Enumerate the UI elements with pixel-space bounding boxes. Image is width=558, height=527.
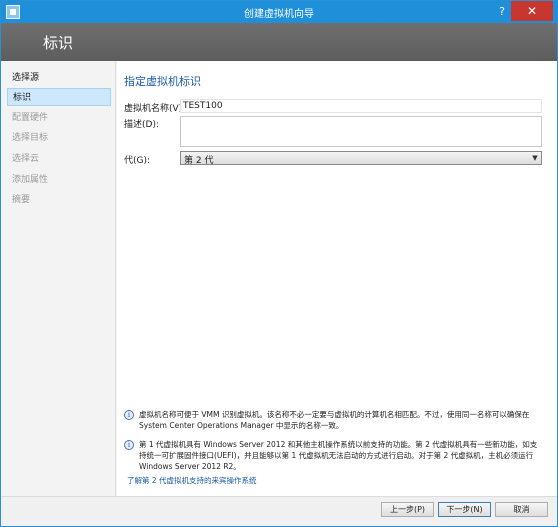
chevron-down-icon[interactable]: ▼	[529, 152, 541, 164]
step-select-source[interactable]: 选择源	[7, 69, 111, 87]
title-bar[interactable]: 创建虚拟机向导 ? ✕	[1, 1, 557, 23]
generation-dropdown[interactable]: 第 2 代 ▼	[180, 151, 542, 166]
wizard-window: 创建虚拟机向导 ? ✕ 标识 选择源 标识 配置硬件 选择目标 选择云 添加属性…	[0, 0, 558, 527]
next-button[interactable]: 下一步(N)	[438, 502, 491, 517]
generation-selected-value: 第 2 代	[184, 156, 214, 166]
step-select-destination: 选择目标	[12, 133, 49, 143]
content-pane: 指定虚拟机标识 虚拟机名称(V): 描述(D): 代(G): 第 2 代 ▼ i…	[117, 61, 557, 496]
page-banner: 标识	[1, 23, 557, 61]
section-title: 指定虚拟机标识	[124, 75, 201, 88]
step-select-cloud: 选择云	[12, 154, 40, 164]
vm-name-info: i 虚拟机名称可便于 VMM 识别虚拟机。该名称不必一定要与虚拟机的计算机名相匹…	[124, 409, 544, 435]
learn-more-link[interactable]: 了解第 2 代虚拟机支持的来宾操作系统	[127, 475, 257, 486]
help-button[interactable]: ?	[494, 4, 510, 19]
button-bar: 上一步(P) 下一步(N) 取消	[1, 496, 557, 526]
vm-name-label: 虚拟机名称(V):	[124, 104, 186, 114]
step-add-properties: 添加属性	[12, 175, 49, 185]
generation-info: i 第 1 代虚拟机具有 Windows Server 2012 和其他主机操作…	[124, 439, 544, 473]
previous-button[interactable]: 上一步(P)	[381, 502, 434, 517]
generation-label: 代(G):	[124, 156, 151, 166]
info-icon: i	[124, 410, 134, 420]
vm-name-info-text: 虚拟机名称可便于 VMM 识别虚拟机。该名称不必一定要与虚拟机的计算机名相匹配。…	[139, 410, 530, 430]
description-textarea[interactable]	[180, 116, 542, 147]
cancel-button[interactable]: 取消	[495, 502, 548, 517]
page-title: 标识	[43, 34, 74, 52]
window-title: 创建虚拟机向导	[244, 9, 314, 20]
generation-info-text: 第 1 代虚拟机具有 Windows Server 2012 和其他主机操作系统…	[139, 440, 538, 471]
step-configure-hardware: 配置硬件	[12, 113, 49, 123]
step-summary: 摘要	[12, 195, 31, 205]
vm-name-input[interactable]	[180, 99, 542, 113]
step-identity[interactable]: 标识	[7, 88, 111, 106]
info-icon: i	[124, 440, 134, 450]
close-button[interactable]: ✕	[511, 1, 553, 21]
wizard-steps-sidebar: 选择源 标识 配置硬件 选择目标 选择云 添加属性 摘要	[1, 61, 116, 496]
description-label: 描述(D):	[124, 120, 159, 130]
